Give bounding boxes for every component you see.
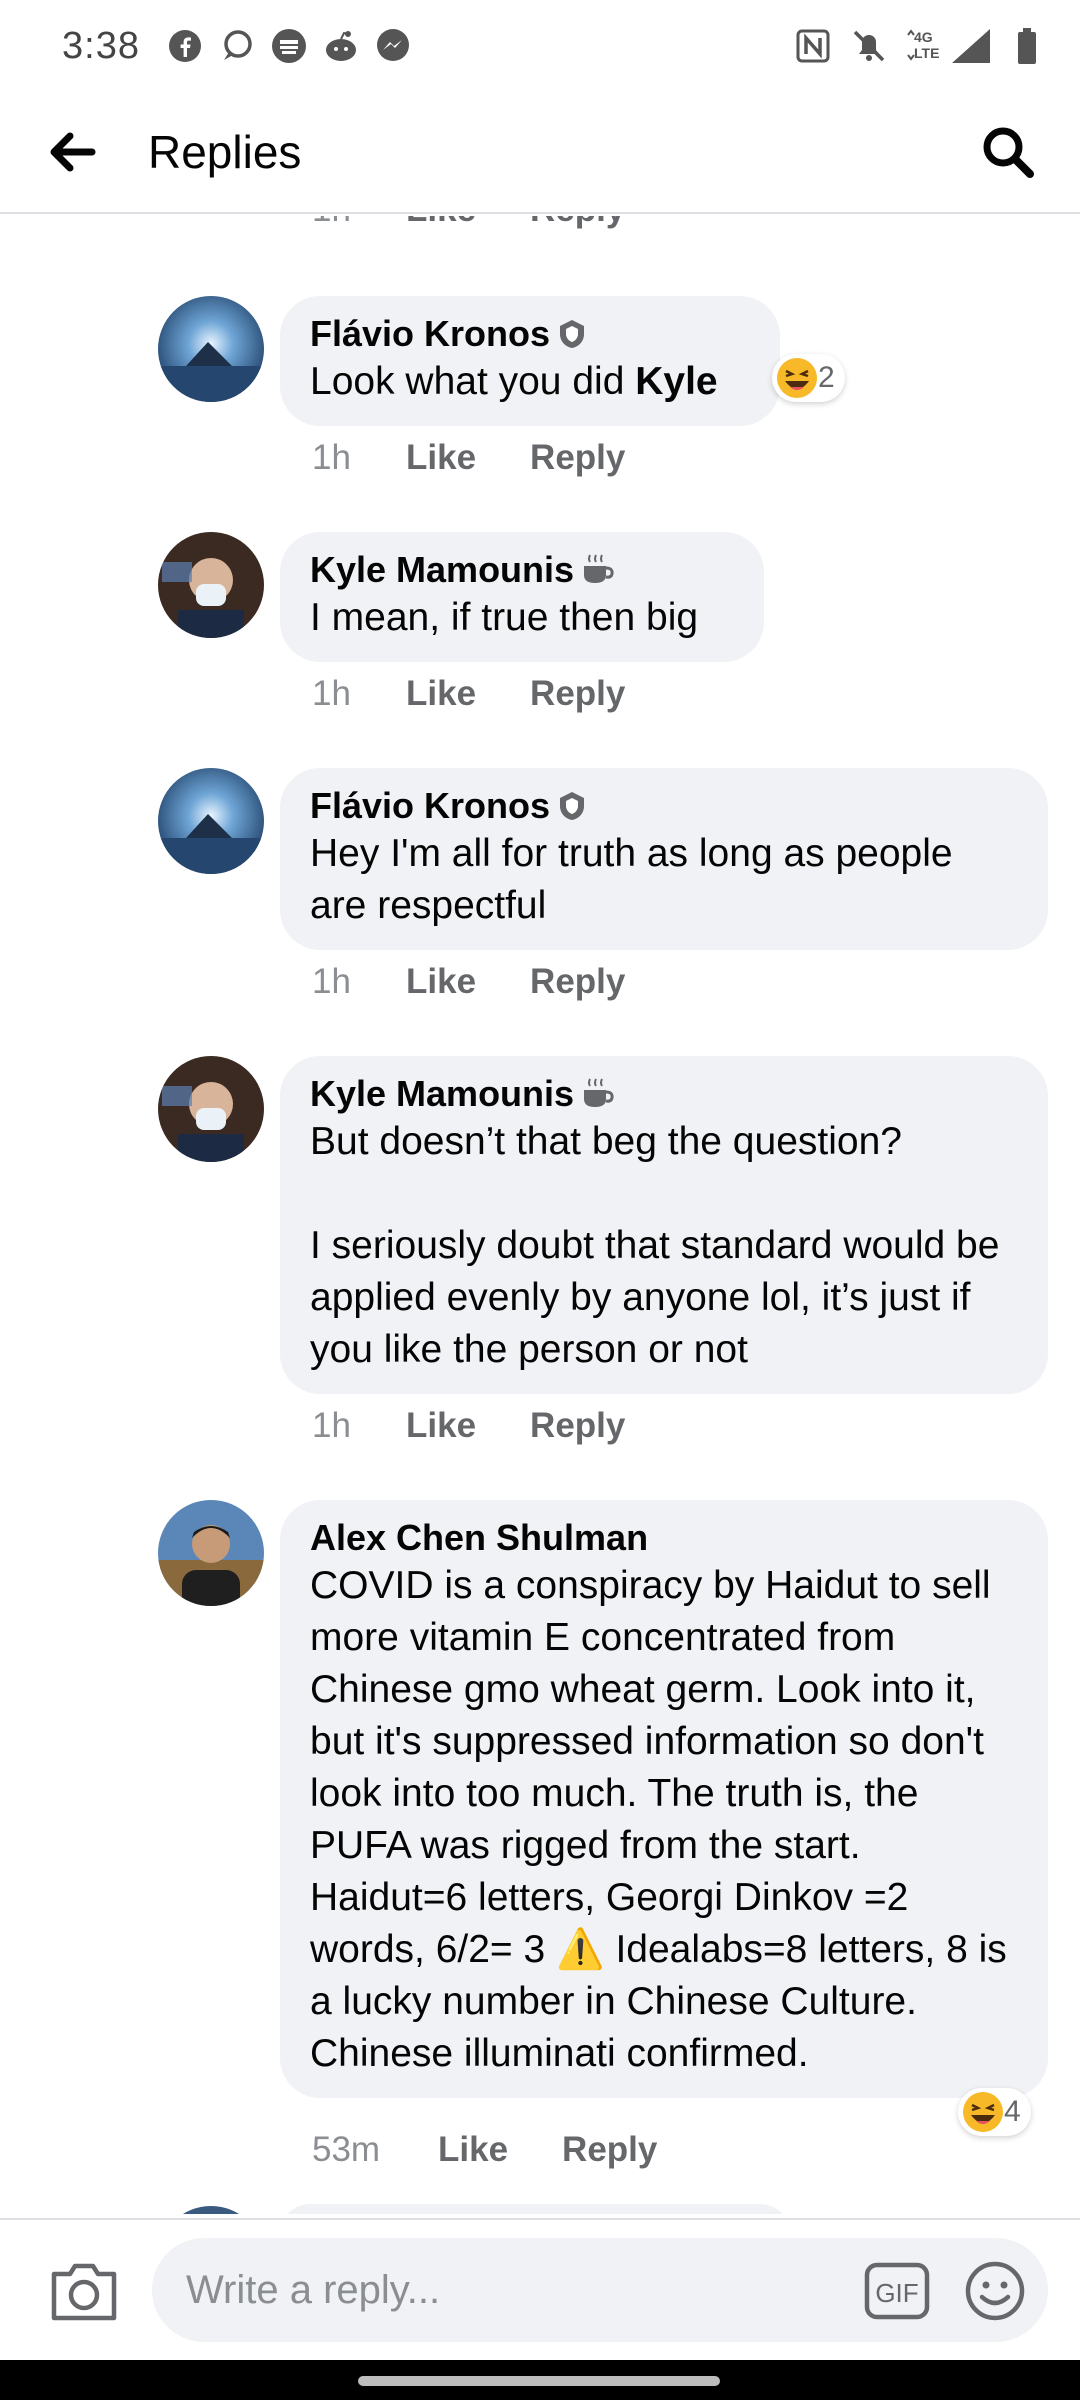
like-button[interactable]: Like xyxy=(406,962,476,1002)
like-button[interactable]: Like xyxy=(406,1406,476,1446)
comment-author[interactable]: Flávio Kronos xyxy=(310,312,550,356)
notification-icons xyxy=(166,27,412,65)
coffee-cup-icon xyxy=(584,1078,614,1107)
facebook-icon xyxy=(166,27,204,65)
reply-composer: GIF xyxy=(0,2218,1080,2360)
comment-text: I mean, if true then big xyxy=(310,596,699,639)
comment-time: 1h xyxy=(312,1406,351,1445)
comment-time: 1h xyxy=(312,216,406,230)
reply-button[interactable]: Reply xyxy=(530,674,625,714)
reply-input[interactable] xyxy=(186,2267,826,2313)
avatar[interactable] xyxy=(158,2206,264,2214)
system-navigation-bar xyxy=(0,2360,1080,2400)
smiley-icon xyxy=(965,2261,1025,2321)
reply-input-container[interactable]: GIF xyxy=(152,2238,1048,2342)
comment-actions: 1h Like Reply xyxy=(312,962,679,1002)
comment-bubble[interactable]: Kyle Mamounis But doesn’t that beg the q… xyxy=(280,1056,1048,1394)
reaction-badge[interactable]: 4 xyxy=(958,2088,1031,2136)
reply-button[interactable]: Reply xyxy=(530,216,625,230)
status-time: 3:38 xyxy=(62,24,140,67)
reply-button[interactable]: Reply xyxy=(530,438,625,478)
search-icon xyxy=(983,127,1034,178)
search-button[interactable] xyxy=(968,112,1048,192)
camera-icon xyxy=(51,2263,117,2321)
laughing-emoji-icon xyxy=(963,2092,1003,2132)
avatar[interactable] xyxy=(158,1056,264,1162)
printer-icon xyxy=(270,27,308,65)
comment-bubble[interactable]: Kyle Mamounis I mean, if true then big xyxy=(280,532,764,662)
lte-signal-icon: 4G LTE xyxy=(906,27,996,65)
emoji-button[interactable] xyxy=(964,2260,1026,2322)
camera-button[interactable] xyxy=(48,2258,120,2324)
comment-actions: 1h Like Reply xyxy=(312,674,679,714)
reply-button[interactable]: Reply xyxy=(530,962,625,1002)
reddit-icon xyxy=(322,27,360,65)
comment-author[interactable]: Alex Chen Shulman xyxy=(310,1516,648,1560)
laughing-emoji-icon xyxy=(777,358,817,398)
comment-time: 53m xyxy=(312,2130,381,2169)
bell-muted-icon xyxy=(850,27,888,65)
comment-text: COVID is a conspiracy by Haidut to sell … xyxy=(310,1564,1018,2075)
comment-actions: 1h Like Reply xyxy=(312,216,679,230)
reply-button[interactable]: Reply xyxy=(530,1406,625,1446)
like-button[interactable]: Like xyxy=(438,2130,508,2170)
replies-feed[interactable]: 1h Like Reply Flávio Kronos Look what yo… xyxy=(0,216,1080,2214)
shield-icon xyxy=(560,792,585,820)
comment-text: But doesn’t that beg the question? I ser… xyxy=(310,1120,1000,1371)
battery-icon xyxy=(1014,27,1040,65)
comment-bubble[interactable]: Alex Chen Shulman COVID is a conspiracy … xyxy=(280,1500,1048,2098)
system-icons: 4G LTE xyxy=(794,27,1040,65)
comment-time: 1h xyxy=(312,962,351,1001)
comment-bubble[interactable] xyxy=(280,2204,790,2214)
comment-time: 1h xyxy=(312,438,351,477)
back-button[interactable] xyxy=(22,102,122,202)
reaction-count: 2 xyxy=(818,361,835,394)
comment-actions: 1h Like Reply xyxy=(312,1406,679,1446)
comment-bubble[interactable]: Flávio Kronos Look what you did Kyle xyxy=(280,296,780,426)
comment-author[interactable]: Flávio Kronos xyxy=(310,784,550,828)
mention-link[interactable]: Kyle xyxy=(635,360,717,403)
avatar[interactable] xyxy=(158,296,264,402)
comment-actions: 1h Like Reply xyxy=(312,438,679,478)
comment-author[interactable]: Kyle Mamounis xyxy=(310,1072,574,1116)
home-indicator[interactable] xyxy=(358,2376,720,2386)
status-bar: 3:38 4G LTE xyxy=(0,0,1080,92)
like-button[interactable]: Like xyxy=(406,216,476,230)
gif-button[interactable]: GIF xyxy=(864,2262,930,2320)
avatar[interactable] xyxy=(158,1500,264,1606)
comment-author[interactable]: Kyle Mamounis xyxy=(310,548,574,592)
reply-button[interactable]: Reply xyxy=(562,2130,657,2170)
arrow-left-icon xyxy=(50,132,96,172)
coffee-cup-icon xyxy=(584,554,614,583)
like-button[interactable]: Like xyxy=(406,438,476,478)
warning-emoji-icon: ⚠️ xyxy=(556,1928,605,1971)
avatar[interactable] xyxy=(158,532,264,638)
shield-icon xyxy=(560,320,585,348)
gif-label: GIF xyxy=(875,2278,918,2308)
comment-actions: 53m Like Reply xyxy=(312,2130,711,2170)
svg-text:4G: 4G xyxy=(914,29,933,45)
avatar[interactable] xyxy=(158,768,264,874)
svg-text:LTE: LTE xyxy=(914,45,939,61)
reaction-badge[interactable]: 2 xyxy=(772,354,845,402)
app-bar: Replies xyxy=(0,92,1080,214)
nfc-icon xyxy=(794,27,832,65)
comment-text: Hey I'm all for truth as long as people … xyxy=(310,832,964,927)
reaction-count: 4 xyxy=(1004,2095,1021,2128)
gif-icon: GIF xyxy=(864,2262,930,2320)
chat-bubble-icon xyxy=(218,27,256,65)
comment-bubble[interactable]: Flávio Kronos Hey I'm all for truth as l… xyxy=(280,768,1048,950)
messenger-icon xyxy=(374,27,412,65)
comment-text: Look what you did Kyle xyxy=(310,360,718,403)
page-title: Replies xyxy=(148,126,302,178)
like-button[interactable]: Like xyxy=(406,674,476,714)
comment-time: 1h xyxy=(312,674,351,713)
